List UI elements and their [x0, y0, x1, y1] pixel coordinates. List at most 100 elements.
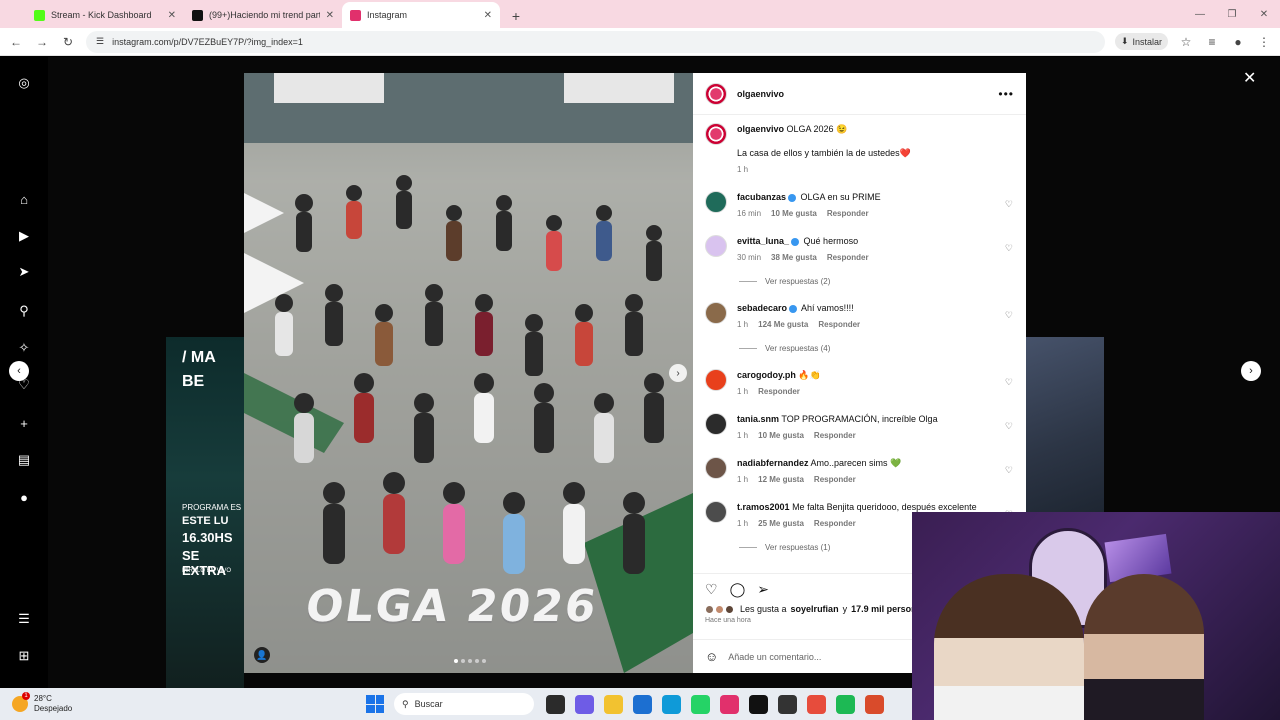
tab-tiktok[interactable]: (99+)Haciendo mi trend parte 5 ✕ — [184, 2, 342, 28]
likes-user[interactable]: soyelrufian — [791, 604, 839, 614]
comment-input[interactable]: Añade un comentario... — [728, 652, 821, 662]
more-options-icon[interactable]: ••• — [998, 87, 1014, 101]
commenter-avatar[interactable] — [705, 369, 727, 391]
comment-username[interactable]: carogodoy.ph — [737, 370, 796, 380]
comment-likes[interactable]: 25 Me gusta — [758, 517, 804, 530]
capcut-icon[interactable] — [778, 694, 797, 714]
maximize-icon[interactable]: ❐ — [1216, 0, 1248, 28]
weather-widget[interactable]: 1 28°C Despejado — [0, 692, 140, 714]
profile-avatar-icon[interactable]: ● — [1230, 34, 1246, 50]
comment-username[interactable]: t.ramos2001 — [737, 502, 790, 512]
post-image[interactable]: OLGA 2026 👤 › — [244, 73, 693, 673]
view-replies-button[interactable]: Ver respuestas (4) — [739, 344, 830, 353]
commenter-avatar[interactable] — [705, 457, 727, 479]
minimize-icon[interactable]: — — [1184, 0, 1216, 28]
comment-likes[interactable]: 12 Me gusta — [758, 473, 804, 486]
new-tab-button[interactable]: + — [504, 4, 528, 28]
commenter-avatar[interactable] — [705, 235, 727, 257]
profile-icon[interactable]: ● — [16, 489, 32, 505]
comment-username[interactable]: sebadecaro — [737, 303, 787, 313]
dashboard-icon[interactable]: ▤ — [16, 452, 32, 468]
like-comment-icon[interactable]: ♡ — [1005, 243, 1013, 254]
close-tab-icon[interactable]: ✕ — [484, 10, 492, 21]
comment-username[interactable]: tania.snm — [737, 414, 779, 424]
whatsapp-icon[interactable] — [691, 694, 710, 714]
reload-icon[interactable]: ↻ — [60, 34, 76, 50]
comment-username[interactable]: evitta_luna_ — [737, 236, 789, 246]
tiktok-app-icon[interactable] — [749, 694, 768, 714]
search-icon[interactable]: ⚲ — [16, 303, 32, 319]
like-heart-icon[interactable]: ♡ — [705, 581, 718, 598]
close-tab-icon[interactable]: ✕ — [168, 10, 176, 21]
view-replies-button[interactable]: Ver respuestas (1) — [739, 543, 830, 552]
reply-button[interactable]: Responder — [818, 318, 860, 331]
author-username[interactable]: olgaenvivo — [737, 89, 784, 99]
tab-instagram[interactable]: Instagram ✕ — [342, 2, 500, 28]
like-comment-icon[interactable]: ♡ — [1005, 310, 1013, 321]
reply-button[interactable]: Responder — [827, 207, 869, 220]
tagged-users-icon[interactable]: 👤 — [254, 647, 270, 663]
commenter-avatar[interactable] — [705, 501, 727, 523]
copilot-icon[interactable] — [575, 694, 594, 714]
comment-bubble-icon[interactable]: ◯ — [730, 581, 746, 598]
file-explorer-icon[interactable] — [604, 694, 623, 714]
also-from-meta-icon[interactable]: ⊞ — [16, 648, 32, 664]
menu-kebab-icon[interactable]: ⋮ — [1256, 34, 1272, 50]
carousel-next-icon[interactable]: › — [669, 364, 687, 382]
comment-likes[interactable]: 10 Me gusta — [771, 207, 817, 220]
view-replies-button[interactable]: Ver respuestas (2) — [739, 277, 830, 286]
author-avatar[interactable] — [705, 123, 727, 145]
tab-kick[interactable]: Stream - Kick Dashboard ✕ — [26, 2, 184, 28]
forward-arrow-icon[interactable]: → — [34, 34, 50, 50]
chrome-icon[interactable] — [807, 694, 826, 714]
reply-button[interactable]: Responder — [827, 251, 869, 264]
commenter-avatar[interactable] — [705, 302, 727, 324]
playlist-icon[interactable]: ≡ — [1204, 34, 1220, 50]
commenter-avatar[interactable] — [705, 413, 727, 435]
like-comment-icon[interactable]: ♡ — [1005, 377, 1013, 388]
create-icon[interactable]: + — [16, 415, 32, 431]
bookmark-star-icon[interactable]: ☆ — [1178, 34, 1194, 50]
store-icon[interactable] — [633, 694, 652, 714]
author-avatar[interactable] — [705, 82, 727, 105]
reels-icon[interactable]: ▶ — [16, 228, 32, 244]
reply-button[interactable]: Responder — [814, 517, 856, 530]
close-modal-icon[interactable]: ✕ — [1243, 68, 1256, 88]
comment-username[interactable]: nadiabfernandez — [737, 458, 809, 468]
comment-likes[interactable]: 10 Me gusta — [758, 429, 804, 442]
close-tab-icon[interactable]: ✕ — [326, 10, 334, 21]
reply-button[interactable]: Responder — [814, 429, 856, 442]
caption-username[interactable]: olgaenvivo — [737, 124, 784, 134]
windows-start-icon[interactable] — [366, 695, 384, 713]
spotify-icon[interactable] — [836, 694, 855, 714]
emoji-icon[interactable]: ☺ — [705, 649, 718, 664]
edge-icon[interactable] — [662, 694, 681, 714]
comment-likes[interactable]: 38 Me gusta — [771, 251, 817, 264]
share-send-icon[interactable]: ➢ — [757, 581, 769, 598]
site-info-icon[interactable]: ☰ — [96, 36, 104, 47]
previous-post-icon[interactable]: ‹ — [9, 361, 29, 381]
messages-icon[interactable]: ➤ — [16, 264, 32, 280]
instagram-logo-icon[interactable]: ◎ — [16, 75, 32, 91]
like-comment-icon[interactable]: ♡ — [1005, 199, 1013, 210]
taskbar-search[interactable]: ⚲ Buscar — [394, 693, 534, 715]
back-arrow-icon[interactable]: ← — [8, 34, 24, 50]
reply-button[interactable]: Responder — [758, 385, 800, 398]
explore-icon[interactable]: ✧ — [16, 340, 32, 356]
next-post-icon[interactable]: › — [1241, 361, 1261, 381]
comment-likes[interactable]: 124 Me gusta — [758, 318, 808, 331]
install-app-button[interactable]: ⬇ Instalar — [1114, 33, 1168, 50]
like-comment-icon[interactable]: ♡ — [1005, 421, 1013, 432]
close-window-icon[interactable]: ✕ — [1248, 0, 1280, 28]
commenter-avatar[interactable] — [705, 191, 727, 213]
address-bar[interactable]: ☰ instagram.com/p/DV7EZBuEY7P/?img_index… — [86, 30, 1105, 53]
instagram-app-icon[interactable] — [720, 694, 739, 714]
task-view-icon[interactable] — [546, 694, 565, 714]
more-menu-icon[interactable]: ☰ — [16, 611, 32, 627]
reply-button[interactable]: Responder — [814, 473, 856, 486]
home-icon[interactable]: ⌂ — [16, 191, 32, 207]
like-comment-icon[interactable]: ♡ — [1005, 465, 1013, 476]
chrome-active-icon[interactable] — [865, 694, 884, 714]
comment-username[interactable]: facubanzas — [737, 192, 786, 202]
comments-list[interactable]: olgaenvivo OLGA 2026 😉 La casa de ellos … — [693, 115, 1026, 573]
